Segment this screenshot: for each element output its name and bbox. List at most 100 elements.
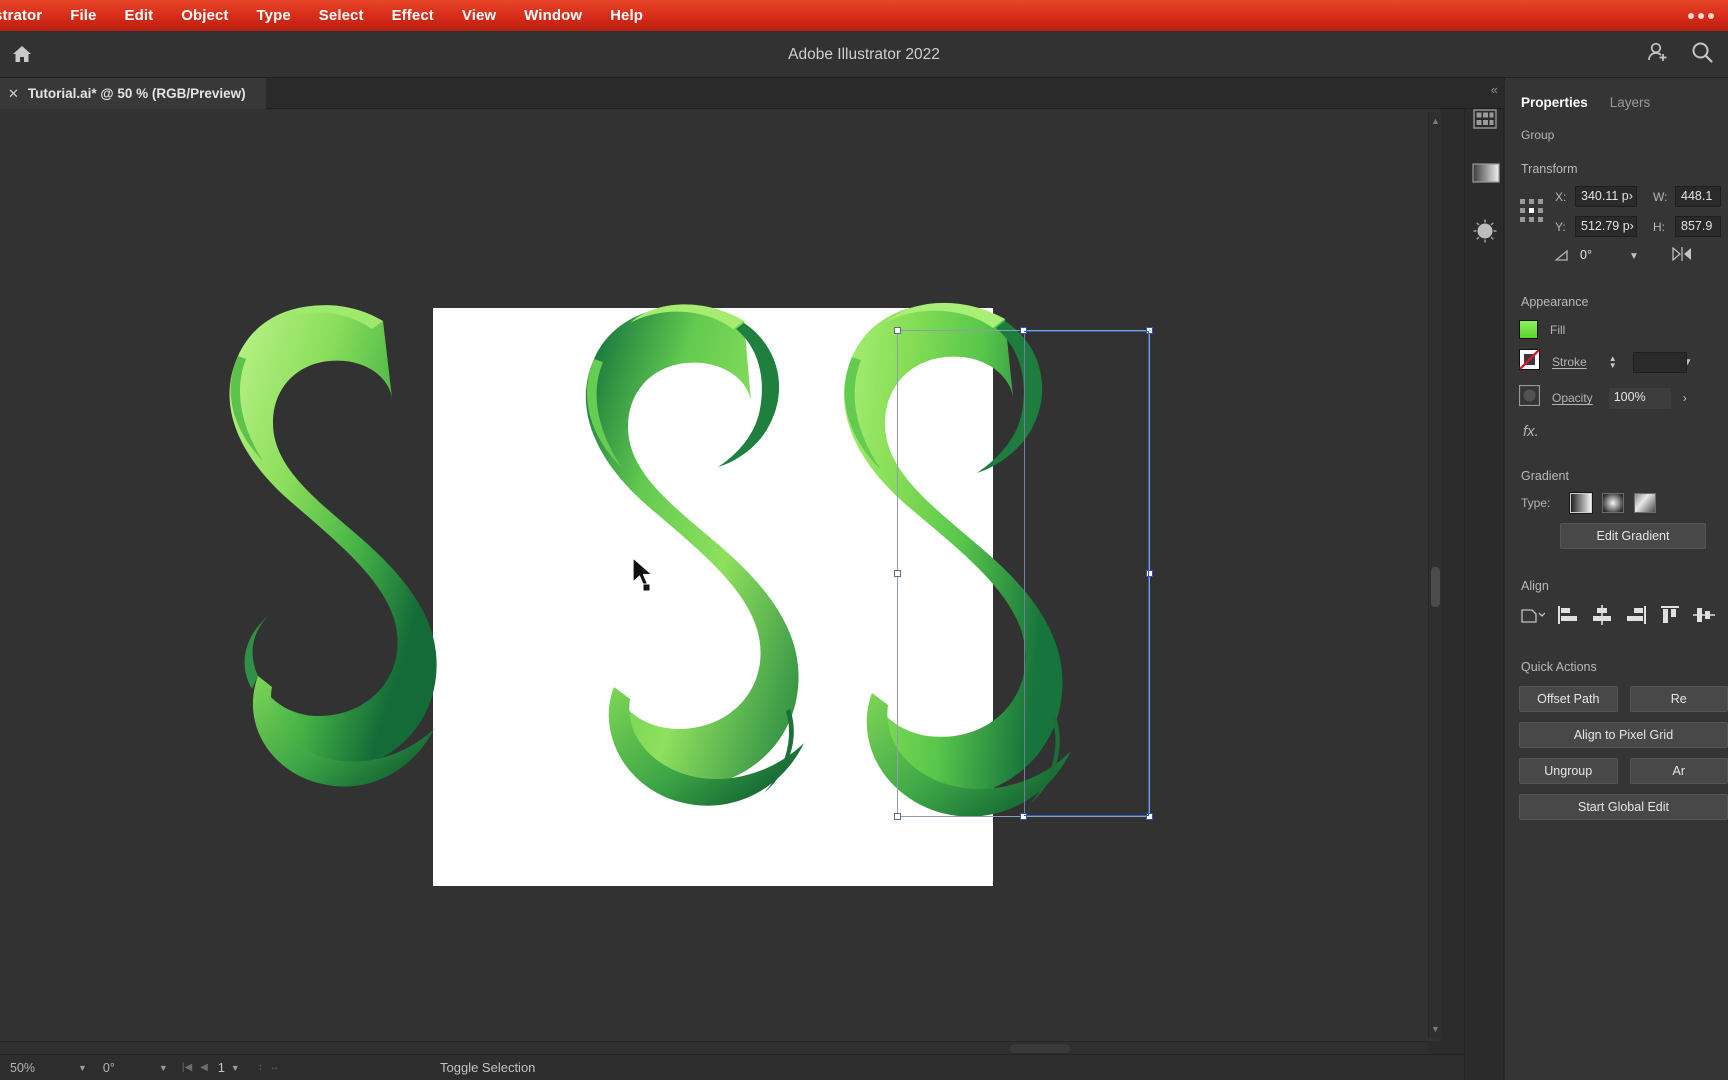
canvas-area[interactable] — [0, 109, 1440, 1041]
menu-item-object[interactable]: Object — [167, 0, 242, 31]
align-left-icon[interactable] — [1557, 605, 1579, 630]
stepper-down-icon[interactable]: ▼ — [1609, 362, 1617, 370]
ungroup-button[interactable]: Ungroup — [1519, 758, 1618, 784]
menu-item-illustrator[interactable]: strator — [0, 0, 56, 31]
menu-item-help[interactable]: Help — [596, 0, 657, 31]
selection-handle-top-left[interactable] — [894, 327, 901, 334]
align-right-icon[interactable] — [1625, 605, 1647, 630]
start-global-edit-button[interactable]: Start Global Edit — [1519, 794, 1728, 820]
align-to-selection-icon[interactable] — [1519, 605, 1546, 630]
gradient-panel-icon[interactable] — [1472, 163, 1500, 185]
panel-tab-bar: Properties Layers — [1505, 78, 1728, 118]
selection-handle-mid-left[interactable] — [894, 569, 901, 577]
scroll-down-icon[interactable]: ▼ — [1429, 1022, 1442, 1036]
close-icon[interactable]: ✕ — [8, 87, 19, 100]
align-to-pixel-grid-button[interactable]: Align to Pixel Grid — [1519, 722, 1728, 748]
menu-item-effect[interactable]: Effect — [378, 0, 448, 31]
transform-x-value[interactable]: 340.11 p› — [1575, 186, 1637, 207]
arrange-button[interactable]: Ar — [1629, 758, 1728, 784]
transform-angle-value[interactable]: 0° — [1575, 246, 1637, 267]
stroke-label[interactable]: Stroke — [1552, 355, 1587, 369]
chevron-down-icon[interactable]: ▼ — [1629, 251, 1639, 262]
transform-x-label: X: — [1555, 189, 1567, 204]
collapse-panel-icon[interactable]: « — [1491, 82, 1498, 97]
add-user-icon[interactable] — [1646, 41, 1670, 68]
document-tab-label: Tutorial.ai* @ 50 % (RGB/Preview) — [27, 86, 246, 101]
transform-w-value[interactable]: 448.1 — [1675, 186, 1721, 207]
search-icon[interactable] — [1690, 40, 1714, 69]
app-title-bar: Adobe Illustrator 2022 — [0, 31, 1728, 78]
transform-w-label: W: — [1653, 189, 1668, 204]
selection-bounding-box[interactable] — [894, 327, 1153, 820]
canvas-horizontal-scrollbar[interactable] — [0, 1041, 1428, 1054]
stroke-none-icon[interactable] — [1519, 349, 1540, 375]
artwork-letter-s-left — [229, 305, 437, 787]
fx-label[interactable]: fx. — [1523, 423, 1539, 440]
tab-properties[interactable]: Properties — [1521, 95, 1588, 118]
tab-layers[interactable]: Layers — [1610, 95, 1651, 118]
arrow-cursor-icon — [631, 556, 657, 596]
gradient-type-label: Type: — [1521, 496, 1551, 510]
recolor-button[interactable]: Re — [1629, 686, 1728, 712]
artboard-chevron-down-icon[interactable]: ▼ — [225, 1063, 246, 1073]
linear-gradient-icon[interactable] — [1569, 492, 1594, 514]
first-artboard-icon[interactable]: |◀ — [182, 1062, 192, 1073]
tool-status-text: Toggle Selection — [440, 1060, 536, 1075]
chevron-right-icon[interactable]: › — [1683, 391, 1687, 405]
fill-label: Fill — [1550, 322, 1566, 337]
transform-h-label: H: — [1653, 219, 1665, 234]
transform-y-label: Y: — [1555, 219, 1566, 234]
color-wheel-icon[interactable] — [1472, 218, 1498, 243]
freeform-gradient-icon[interactable] — [1634, 493, 1657, 513]
vertical-scroll-thumb[interactable] — [1431, 567, 1440, 607]
edit-gradient-button[interactable]: Edit Gradient — [1560, 523, 1706, 549]
panel-icon-rail — [1464, 78, 1504, 1080]
appearance-section-title: Appearance — [1521, 295, 1589, 309]
ellipsis-icon[interactable] — [1688, 0, 1714, 31]
selection-edge-right — [1148, 331, 1149, 816]
system-menu-bar: strator File Edit Object Type Select Eff… — [0, 0, 1728, 31]
scroll-up-icon[interactable]: ▲ — [1429, 114, 1442, 128]
align-section-title: Align — [1521, 579, 1549, 593]
radial-gradient-icon[interactable] — [1602, 493, 1625, 513]
zoom-level-value[interactable]: 50% — [0, 1055, 72, 1080]
align-top-icon[interactable] — [1659, 605, 1681, 630]
prev-artboard-icon[interactable]: ◀ — [200, 1062, 208, 1073]
document-tab[interactable]: ✕ Tutorial.ai* @ 50 % (RGB/Preview) — [0, 78, 266, 109]
menu-item-view[interactable]: View — [448, 0, 510, 31]
artboard-nav[interactable]: |◀ ◀ — [174, 1062, 208, 1073]
horizontal-scroll-thumb[interactable] — [1010, 1044, 1070, 1053]
menu-item-window[interactable]: Window — [510, 0, 596, 31]
transform-y-value[interactable]: 512.79 p› — [1575, 216, 1637, 237]
menu-item-file[interactable]: File — [56, 0, 110, 31]
status-bar: 50% ▼ 0° ▼ |◀ ◀ 1 ▼ ↕ ↔ Toggle Selection… — [0, 1054, 1504, 1080]
quick-actions-section-title: Quick Actions — [1521, 660, 1597, 674]
opacity-label[interactable]: Opacity — [1552, 391, 1593, 405]
reference-point-grid-icon[interactable] — [1519, 198, 1545, 229]
document-tab-strip: ✕ Tutorial.ai* @ 50 % (RGB/Preview) « — [0, 78, 1504, 109]
gradient-section-title: Gradient — [1521, 469, 1569, 483]
selection-handle-bottom-left[interactable] — [894, 813, 901, 820]
rotation-chevron-down-icon[interactable]: ▼ — [153, 1063, 174, 1073]
zoom-chevron-down-icon[interactable]: ▼ — [72, 1063, 93, 1073]
libraries-icon[interactable] — [1472, 108, 1498, 132]
flip-horizontal-icon[interactable] — [1671, 246, 1693, 266]
stroke-weight-stepper[interactable]: ▲ ▼ — [1609, 355, 1617, 370]
rotation-value[interactable]: 0° — [93, 1055, 153, 1080]
artboard-number[interactable]: 1 — [208, 1061, 225, 1075]
opacity-value[interactable]: 100% — [1608, 387, 1671, 409]
align-vertical-center-icon[interactable] — [1693, 605, 1715, 630]
artboard-nav-next[interactable]: ↕ ↔ — [246, 1062, 282, 1073]
opacity-swatch-icon[interactable] — [1518, 384, 1541, 411]
align-horizontal-center-icon[interactable] — [1591, 605, 1613, 630]
fill-swatch-icon[interactable] — [1519, 320, 1538, 339]
transform-h-value[interactable]: 857.9 — [1675, 216, 1721, 237]
canvas-vertical-scrollbar[interactable]: ▲ ▼ — [1428, 112, 1441, 1038]
menu-item-edit[interactable]: Edit — [110, 0, 167, 31]
menu-item-select[interactable]: Select — [305, 0, 378, 31]
stroke-weight-value[interactable] — [1632, 351, 1687, 373]
page-title: Adobe Illustrator 2022 — [788, 46, 940, 63]
menu-item-type[interactable]: Type — [242, 0, 304, 31]
offset-path-button[interactable]: Offset Path — [1519, 686, 1618, 712]
selection-edge-bottom-right — [1023, 815, 1149, 816]
